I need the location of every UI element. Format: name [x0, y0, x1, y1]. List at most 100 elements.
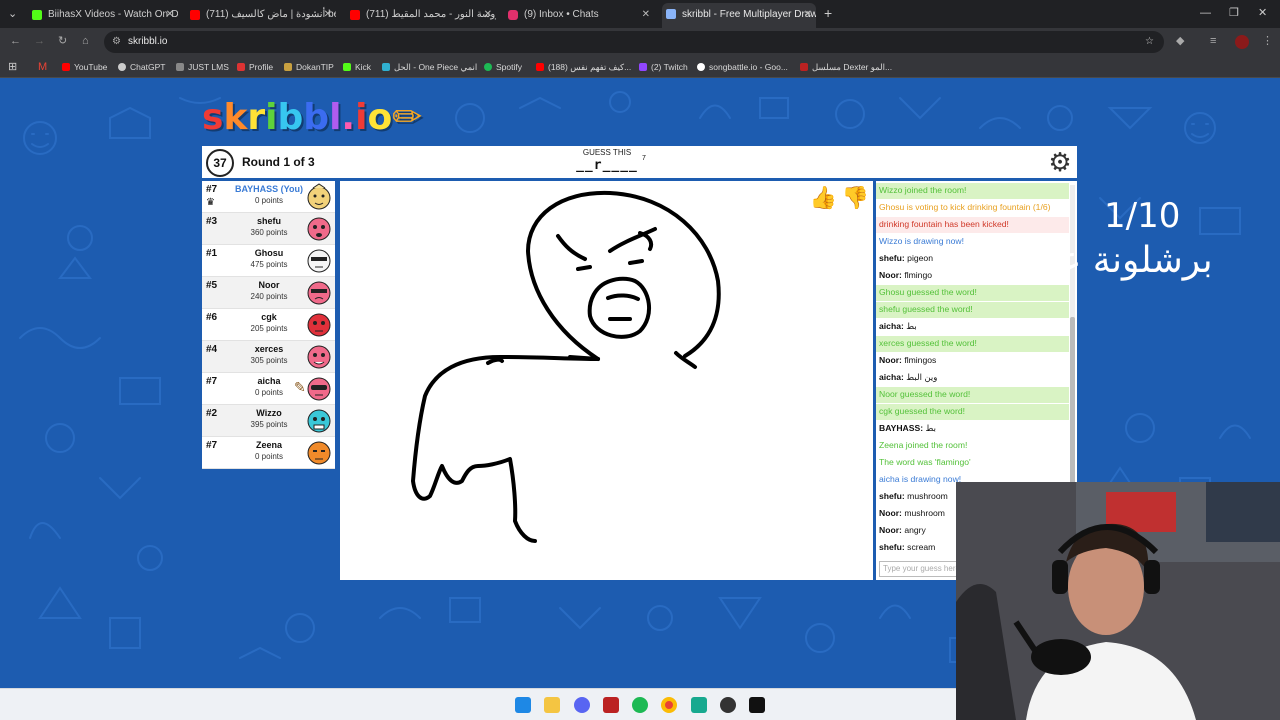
chat-user: shefu:: [879, 491, 905, 501]
logo-letter: i: [355, 97, 368, 138]
profile-avatar[interactable]: [1235, 35, 1249, 49]
browser-tab[interactable]: (9) Inbox • Chats ✕: [504, 4, 654, 26]
player-rank: #7: [206, 376, 218, 387]
kick-icon: [32, 10, 42, 20]
player-row[interactable]: #4 xerces 305 points: [202, 341, 335, 373]
thumbs-up-icon[interactable]: 👍: [810, 185, 837, 210]
bookmark-item[interactable]: JUST LMS: [176, 60, 229, 74]
spotify-icon[interactable]: [632, 697, 648, 713]
crown-icon: ♛: [206, 197, 215, 208]
player-avatar: [307, 249, 331, 273]
player-row[interactable]: #3 shefu 360 points: [202, 213, 335, 245]
tab-search-icon[interactable]: ⌄: [8, 7, 17, 21]
chat-message: Noor guessed the word!: [876, 387, 1069, 404]
chat-message: aicha: وين البط: [876, 370, 1069, 387]
player-points: 360 points: [250, 228, 288, 237]
apps-icon[interactable]: ⊞: [8, 60, 17, 74]
player-rank: #3: [206, 216, 218, 227]
logo-letter: b: [277, 97, 304, 138]
player-row[interactable]: #5 Noor 240 points: [202, 277, 335, 309]
minimize-icon[interactable]: —: [1200, 6, 1211, 20]
timer-clock: 37: [206, 149, 234, 177]
tab-title: (9) Inbox • Chats: [524, 9, 599, 20]
drawing-canvas[interactable]: 👍 👎: [340, 181, 873, 580]
address-bar[interactable]: ⚙ skribbl.io ☆: [104, 31, 1164, 53]
bookmark-item[interactable]: songbattle.io - Goo...: [697, 60, 788, 74]
bookmark-item[interactable]: (2) Twitch: [639, 60, 688, 74]
scrollbar-thumb[interactable]: [1070, 317, 1075, 485]
windows-start-icon[interactable]: [515, 697, 531, 713]
chat-message: cgk guessed the word!: [876, 404, 1069, 421]
logo-letter: l: [329, 97, 342, 138]
gmail-icon[interactable]: M: [38, 60, 47, 74]
player-avatar: [307, 313, 331, 337]
player-row[interactable]: #6 cgk 205 points: [202, 309, 335, 341]
app-icon[interactable]: [603, 697, 619, 713]
player-row[interactable]: #2 Wizzo 395 points: [202, 405, 335, 437]
overlay-caption: برشلونة عاهات: [985, 240, 1213, 281]
browser-tab-active[interactable]: skribbl - Free Multiplayer Draw ✕: [662, 3, 816, 28]
chrome-icon[interactable]: [661, 697, 677, 713]
media-icon[interactable]: ≡: [1210, 34, 1216, 48]
player-avatar: [307, 377, 331, 401]
discord-icon[interactable]: [574, 697, 590, 713]
youtube-icon: [62, 63, 70, 71]
browser-tab[interactable]: (711) أنشودة | ماض كالسيف be ✕: [186, 4, 336, 26]
close-icon[interactable]: ✕: [324, 4, 332, 26]
window-close-icon[interactable]: ✕: [1258, 6, 1267, 20]
player-points: 0 points: [254, 452, 284, 461]
app-icon[interactable]: [749, 697, 765, 713]
back-icon[interactable]: ←: [10, 34, 21, 48]
player-name: Zeena: [255, 440, 282, 450]
chat-text: flmingos: [904, 355, 937, 365]
chat-message: The word was 'flamingo': [876, 455, 1069, 472]
bookmark-item[interactable]: (188) كيف تفهم نفس...: [536, 60, 631, 74]
bookmark-label: (188) كيف تفهم نفس...: [548, 62, 632, 72]
file-explorer-icon[interactable]: [544, 697, 560, 713]
close-icon[interactable]: ✕: [804, 3, 812, 27]
bookmark-item[interactable]: Kick: [343, 60, 371, 74]
browser-tab[interactable]: BiihasX Videos - Watch On-De ✕: [28, 4, 178, 26]
player-row[interactable]: #1 Ghosu 475 points: [202, 245, 335, 277]
settings-gear-icon[interactable]: ⚙: [1045, 148, 1075, 176]
close-icon[interactable]: ✕: [166, 4, 174, 26]
player-rank: #5: [206, 280, 218, 291]
chat-message: shefu guessed the word!: [876, 302, 1069, 319]
chat-user: Noor:: [879, 508, 902, 518]
chat-message: Zeena joined the room!: [876, 438, 1069, 455]
bookmark-item[interactable]: Spotify: [484, 60, 522, 74]
google-icon: [697, 63, 705, 71]
close-icon[interactable]: ✕: [484, 4, 492, 26]
extensions-icon[interactable]: ◆: [1176, 34, 1184, 48]
logo-letter: .: [341, 97, 356, 138]
app-icon[interactable]: [691, 697, 707, 713]
player-row[interactable]: #7 ♛ BAYHASS (You) 0 points: [202, 181, 335, 213]
bookmark-item[interactable]: ChatGPT: [118, 60, 165, 74]
bookmark-label: Kick: [355, 62, 372, 72]
bookmark-label: Spotify: [496, 62, 522, 72]
bookmark-item[interactable]: YouTube: [62, 60, 107, 74]
bookmark-star-icon[interactable]: ☆: [1145, 31, 1154, 53]
bookmark-item[interactable]: Profile: [237, 60, 273, 74]
app-icon[interactable]: [720, 697, 736, 713]
player-row[interactable]: #7 Zeena 0 points: [202, 437, 335, 469]
chat-message: Noor: flmingos: [876, 353, 1069, 370]
menu-icon[interactable]: ⋮: [1262, 34, 1273, 48]
new-tab-icon[interactable]: +: [824, 6, 832, 20]
maximize-icon[interactable]: ❐: [1229, 6, 1239, 20]
close-icon[interactable]: ✕: [642, 4, 650, 26]
bookmark-item[interactable]: الحل - One Piece انمي: [382, 60, 477, 74]
chat-user: BAYHASS:: [879, 423, 924, 433]
browser-tab[interactable]: (711) عروسة النور - محمد المقيط ✕: [346, 4, 496, 26]
player-row[interactable]: #7 ✎ aicha 0 points: [202, 373, 335, 405]
chat-text: وين البط: [906, 372, 938, 382]
bookmark-label: songbattle.io - Goo...: [709, 62, 788, 72]
home-icon[interactable]: ⌂: [82, 34, 89, 48]
reload-icon[interactable]: ↻: [58, 34, 67, 48]
bookmark-label: DokanTIP: [296, 62, 334, 72]
thumbs-down-icon[interactable]: 👎: [842, 185, 869, 210]
bookmark-item[interactable]: DokanTIP: [284, 60, 334, 74]
site-info-icon[interactable]: ⚙: [112, 31, 121, 53]
forward-icon[interactable]: →: [34, 34, 45, 48]
bookmark-item[interactable]: مسلسل Dexter المو...: [800, 60, 892, 74]
